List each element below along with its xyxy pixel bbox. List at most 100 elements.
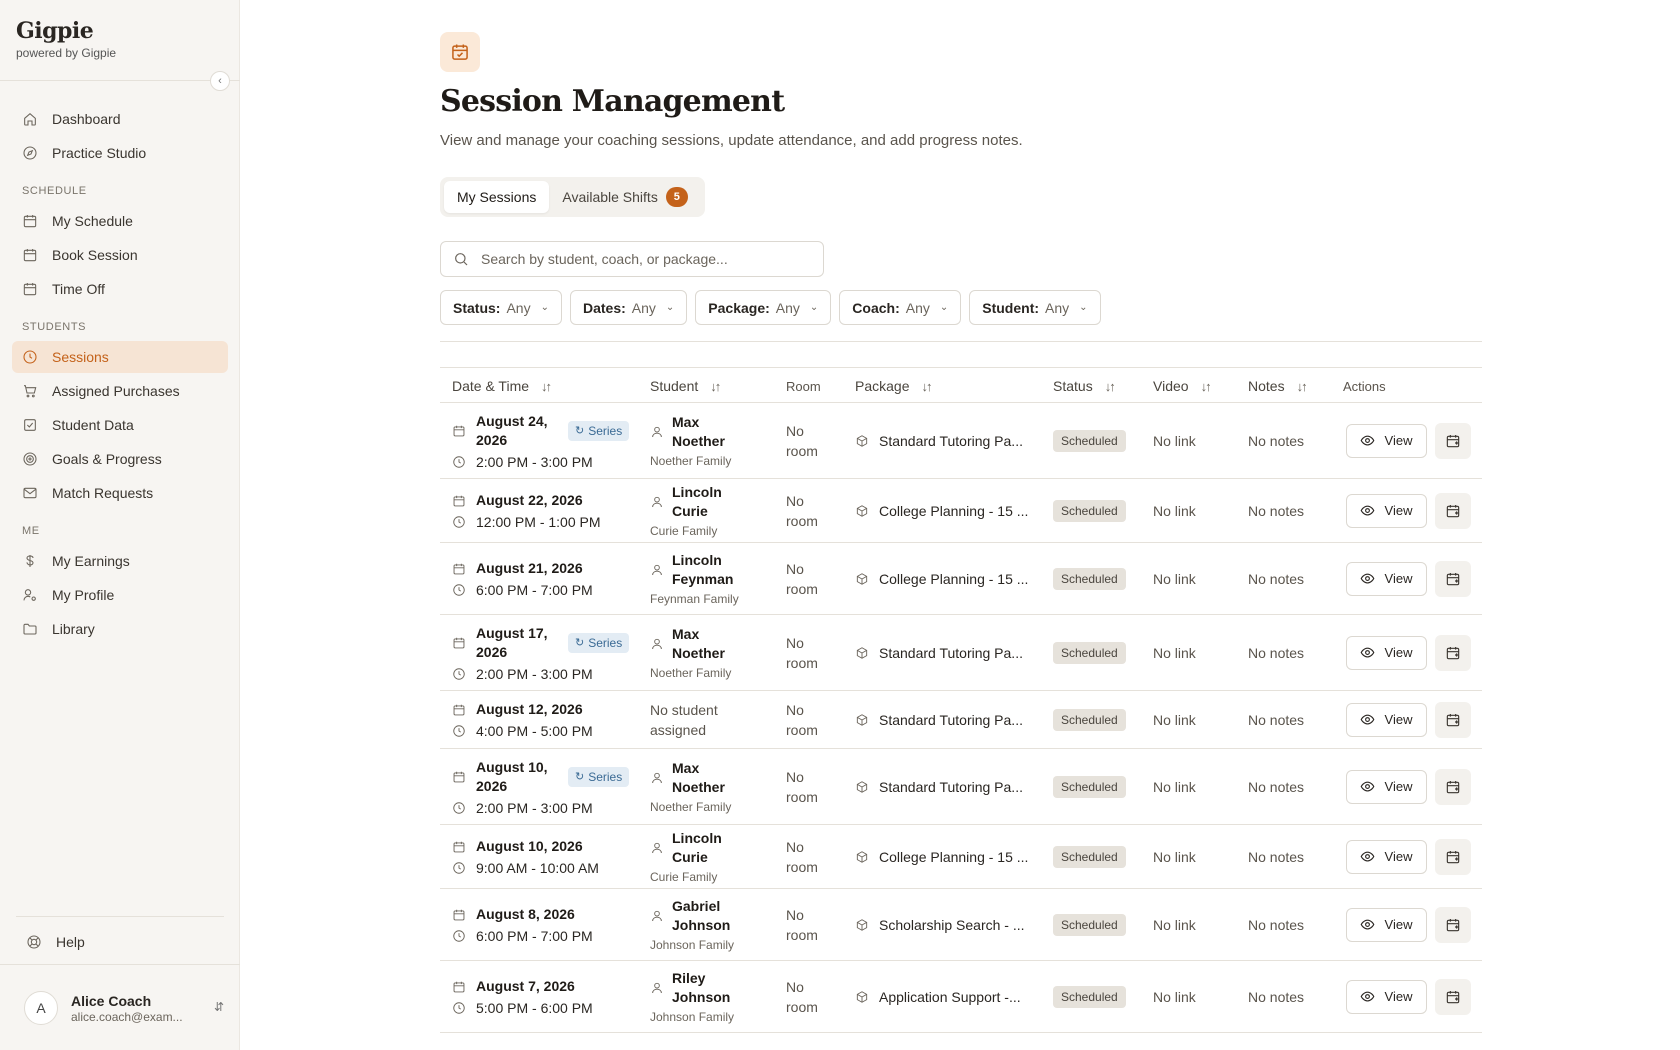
tab-my-sessions[interactable]: My Sessions bbox=[444, 181, 550, 213]
sidebar-item-my-profile[interactable]: My Profile bbox=[12, 579, 228, 611]
table-row[interactable]: August 10, 2026 ↻ Series 2:00 PM - 3:00 PM… bbox=[440, 749, 1482, 825]
view-button[interactable]: View bbox=[1345, 839, 1427, 874]
lifebuoy-icon bbox=[27, 935, 41, 949]
sidebar-item-dashboard[interactable]: Dashboard bbox=[12, 103, 228, 135]
session-date: August 21, 2026 bbox=[476, 560, 583, 576]
clock-icon bbox=[453, 930, 465, 942]
table-row[interactable]: August 8, 2026 6:00 PM - 7:00 PM Gabriel… bbox=[440, 889, 1482, 961]
filter-package-dropdown[interactable]: Package: Any ⌄ bbox=[695, 290, 832, 325]
calendar-icon bbox=[23, 215, 37, 228]
package-icon bbox=[856, 918, 868, 931]
table-row[interactable]: August 17, 2026 ↻ Series 2:00 PM - 3:00 PM… bbox=[440, 615, 1482, 691]
calendar-icon bbox=[23, 249, 37, 262]
view-button[interactable]: View bbox=[1345, 769, 1427, 804]
actions-cell: View bbox=[1343, 615, 1473, 690]
column-header-student[interactable]: Student ↓↑ bbox=[650, 368, 721, 404]
calendar-icon bbox=[453, 841, 465, 852]
search-input[interactable] bbox=[481, 251, 801, 267]
clock-icon bbox=[453, 516, 465, 528]
sidebar-item-time-off[interactable]: Time Off bbox=[12, 273, 228, 305]
reschedule-button[interactable] bbox=[1434, 492, 1471, 529]
package-cell: College Planning - 15 ... bbox=[855, 825, 1045, 888]
student-name: Max Noether bbox=[672, 414, 725, 449]
student-name: Lincoln Feynman bbox=[672, 552, 734, 587]
column-header-package[interactable]: Package ↓↑ bbox=[855, 368, 932, 404]
view-button[interactable]: View bbox=[1345, 702, 1427, 737]
reschedule-button[interactable] bbox=[1434, 422, 1471, 459]
table-row[interactable]: August 12, 2026 4:00 PM - 5:00 PM No stu… bbox=[440, 691, 1482, 749]
calendar-plus-icon bbox=[1446, 646, 1459, 659]
status-badge: Scheduled bbox=[1053, 429, 1126, 452]
view-button[interactable]: View bbox=[1345, 561, 1427, 596]
room-cell: No room bbox=[786, 479, 836, 542]
column-header-status[interactable]: Status ↓↑ bbox=[1053, 368, 1116, 404]
table-row[interactable]: August 10, 2026 9:00 AM - 10:00 AM Linco… bbox=[440, 825, 1482, 889]
calendar-icon bbox=[23, 283, 37, 296]
chevron-down-icon: ⌄ bbox=[939, 302, 949, 313]
reschedule-button[interactable] bbox=[1434, 768, 1471, 805]
eye-icon bbox=[1360, 781, 1374, 792]
sidebar-item-book-session[interactable]: Book Session bbox=[12, 239, 228, 271]
view-button[interactable]: View bbox=[1345, 493, 1427, 528]
reschedule-button[interactable] bbox=[1434, 906, 1471, 943]
filter-coach-dropdown[interactable]: Coach: Any ⌄ bbox=[839, 290, 962, 325]
column-label: Package bbox=[855, 378, 910, 394]
table-row[interactable]: August 7, 2026 5:00 PM - 6:00 PM Riley J… bbox=[440, 961, 1482, 1033]
user-menu[interactable]: A Alice Coach alice.coach@exam... ⇵ bbox=[24, 990, 224, 1026]
sidebar-item-student-data[interactable]: Student Data bbox=[12, 409, 228, 441]
view-button[interactable]: View bbox=[1345, 979, 1427, 1014]
filter-dates-dropdown[interactable]: Dates: Any ⌄ bbox=[569, 290, 688, 325]
datetime-cell: August 24, 2026 ↻ Series 2:00 PM - 3:00 PM bbox=[452, 403, 642, 478]
family-name: Noether Family bbox=[650, 800, 732, 814]
view-button[interactable]: View bbox=[1345, 907, 1427, 942]
calendar-icon bbox=[453, 771, 465, 782]
session-date: August 10, 2026 bbox=[476, 758, 548, 794]
sidebar-item-my-earnings[interactable]: My Earnings bbox=[12, 545, 228, 577]
sidebar-item-match-requests[interactable]: Match Requests bbox=[12, 477, 228, 509]
tab-label: My Sessions bbox=[457, 189, 537, 205]
family-name: Johnson Family bbox=[650, 938, 735, 952]
sidebar-item-my-schedule[interactable]: My Schedule bbox=[12, 205, 228, 237]
column-header-video[interactable]: Video ↓↑ bbox=[1153, 368, 1212, 404]
table-row[interactable]: August 22, 2026 12:00 PM - 1:00 PM Linco… bbox=[440, 479, 1482, 543]
actions-cell: View bbox=[1343, 961, 1473, 1032]
sort-icon: ↓↑ bbox=[921, 378, 932, 394]
sessions-table: Date & Time ↓↑ Student ↓↑ Room Package ↓↑ S… bbox=[440, 367, 1482, 1033]
filter-status-dropdown[interactable]: Status: Any ⌄ bbox=[440, 290, 562, 325]
package-cell: College Planning - 15 ... bbox=[855, 543, 1045, 614]
tab-available-shifts[interactable]: Available Shifts 5 bbox=[549, 181, 700, 213]
reschedule-button[interactable] bbox=[1434, 978, 1471, 1015]
table-row[interactable]: August 21, 2026 6:00 PM - 7:00 PM Lincol… bbox=[440, 543, 1482, 615]
room-cell: No room bbox=[786, 691, 836, 748]
student-cell: Max Noether Noether Family bbox=[650, 615, 775, 690]
column-header-notes[interactable]: Notes ↓↑ bbox=[1248, 368, 1308, 404]
filter-student-dropdown[interactable]: Student: Any ⌄ bbox=[969, 290, 1101, 325]
target-icon bbox=[23, 452, 37, 466]
session-time: 9:00 AM - 10:00 AM bbox=[476, 860, 599, 876]
room-text: No room bbox=[786, 838, 818, 875]
reschedule-button[interactable] bbox=[1434, 701, 1471, 738]
sidebar-item-help[interactable]: Help bbox=[16, 926, 224, 958]
status-cell: Scheduled bbox=[1053, 749, 1143, 824]
view-button[interactable]: View bbox=[1345, 635, 1427, 670]
sidebar-item-library[interactable]: Library bbox=[12, 613, 228, 645]
collapse-sidebar-button[interactable]: ‹ bbox=[210, 71, 230, 91]
sidebar-item-assigned-purchases[interactable]: Assigned Purchases bbox=[12, 375, 228, 407]
table-row[interactable]: August 24, 2026 ↻ Series 2:00 PM - 3:00 PM… bbox=[440, 403, 1482, 479]
reschedule-button[interactable] bbox=[1434, 634, 1471, 671]
sidebar-item-sessions[interactable]: Sessions bbox=[12, 341, 228, 373]
reschedule-button[interactable] bbox=[1434, 560, 1471, 597]
view-button[interactable]: View bbox=[1345, 423, 1427, 458]
reschedule-button[interactable] bbox=[1434, 838, 1471, 875]
status-badge: Scheduled bbox=[1053, 775, 1126, 798]
video-cell: No link bbox=[1153, 825, 1243, 888]
notes-text: No notes bbox=[1248, 848, 1305, 865]
student-cell: Riley Johnson Johnson Family bbox=[650, 961, 775, 1032]
user-icon bbox=[652, 842, 662, 854]
sidebar-item-practice-studio[interactable]: Practice Studio bbox=[12, 137, 228, 169]
column-header-datetime[interactable]: Date & Time ↓↑ bbox=[452, 368, 552, 404]
calendar-plus-icon bbox=[1446, 434, 1459, 447]
sidebar-item-goals-and-progress[interactable]: Goals & Progress bbox=[12, 443, 228, 475]
status-cell: Scheduled bbox=[1053, 543, 1143, 614]
folder-icon bbox=[23, 623, 37, 635]
